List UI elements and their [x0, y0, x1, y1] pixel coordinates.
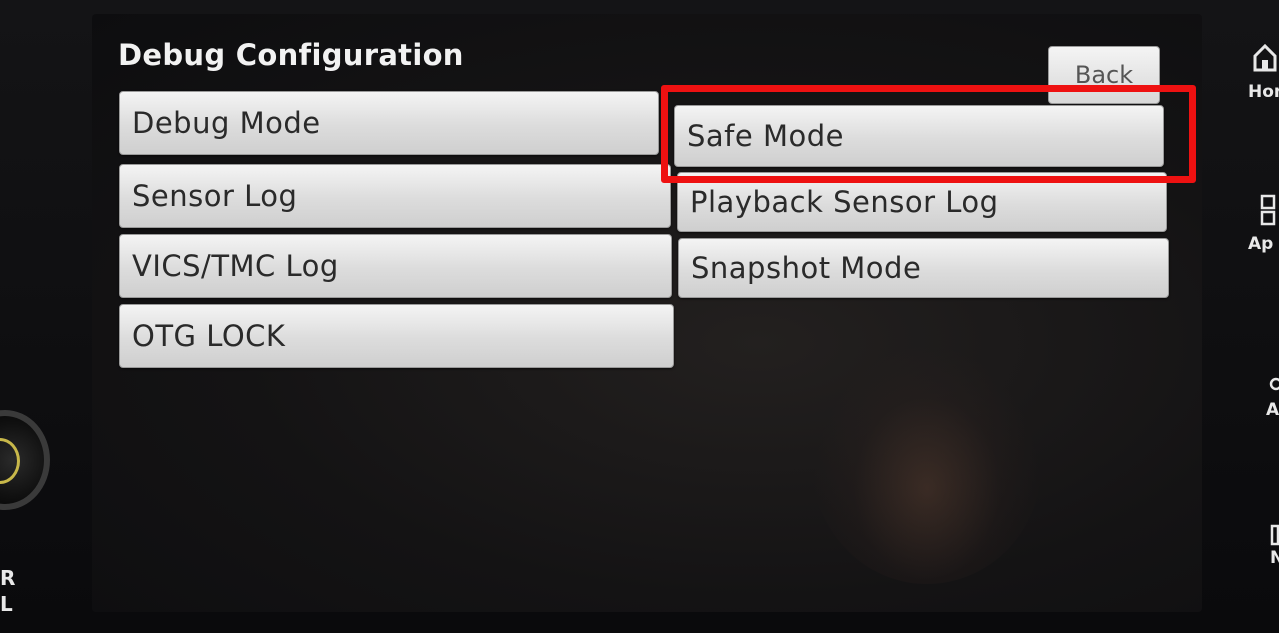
knob-ring — [0, 438, 20, 484]
audio-label: A — [1266, 400, 1279, 420]
safe-mode-highlight-box — [661, 85, 1196, 183]
left-panel-label-2: L — [0, 592, 13, 616]
map-icon[interactable] — [1270, 524, 1279, 550]
sensor-log-button[interactable]: Sensor Log — [119, 164, 671, 228]
otg-lock-button[interactable]: OTG LOCK — [119, 304, 674, 368]
home-icon[interactable] — [1252, 40, 1278, 78]
home-label: Hon — [1248, 82, 1279, 102]
vics-tmc-log-button[interactable]: VICS/TMC Log — [119, 234, 672, 298]
apps-icon[interactable] — [1260, 194, 1279, 232]
left-panel-label-1: R — [0, 566, 16, 590]
screen-reflection — [812, 344, 1042, 584]
snapshot-mode-button[interactable]: Snapshot Mode — [678, 238, 1169, 298]
map-label: N — [1270, 548, 1279, 568]
audio-icon[interactable] — [1268, 374, 1279, 398]
apps-label: Ap — [1248, 234, 1274, 254]
page-title: Debug Configuration — [118, 38, 464, 72]
debug-mode-button[interactable]: Debug Mode — [119, 91, 659, 155]
